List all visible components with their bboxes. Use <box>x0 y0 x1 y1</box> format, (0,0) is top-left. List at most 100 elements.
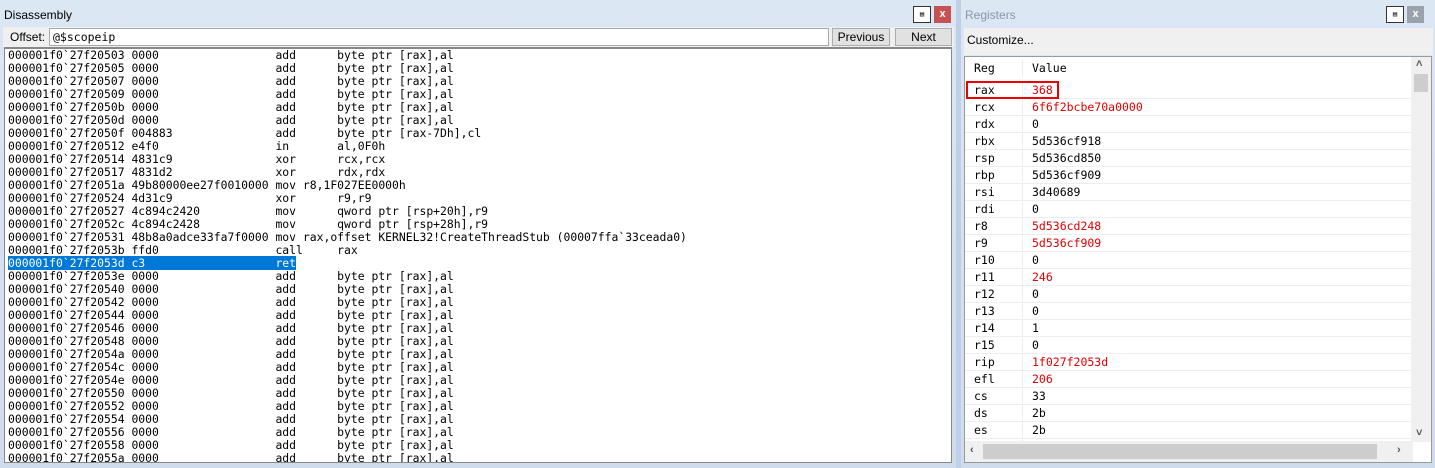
scroll-right-icon[interactable]: › <box>1397 444 1401 456</box>
column-reg[interactable]: Reg <box>974 60 995 77</box>
register-row-r10[interactable]: r10 0 <box>965 252 1412 269</box>
customize-button[interactable]: Customize... <box>964 28 1433 55</box>
register-value[interactable]: 0 <box>1022 116 1412 133</box>
register-row-es[interactable]: es 2b <box>965 422 1412 439</box>
register-value[interactable]: 1f027f2053d <box>1022 354 1412 371</box>
registers-title: Registers <box>965 8 1016 22</box>
register-row-r8[interactable]: r8 5d536cd248 <box>965 218 1412 235</box>
register-value[interactable]: 5d536cf918 <box>1022 133 1412 150</box>
register-value[interactable]: 0 <box>1022 337 1412 354</box>
scroll-thumb[interactable] <box>983 444 1377 459</box>
register-name: rip <box>974 355 995 369</box>
disassembly-line-text: 000001f0`27f2054a 0000 add byte ptr [rax… <box>8 347 454 361</box>
register-row-rdi[interactable]: rdi 0 <box>965 201 1412 218</box>
offset-input[interactable]: @$scopeip <box>49 28 829 46</box>
register-name: rsi <box>974 185 995 199</box>
register-row-cs[interactable]: cs 33 <box>965 388 1412 405</box>
offset-label: Offset: <box>10 30 46 44</box>
register-value[interactable]: 33 <box>1022 388 1412 405</box>
register-name: rbp <box>974 168 995 182</box>
disassembly-line-text: 000001f0`27f2050d 0000 add byte ptr [rax… <box>8 113 454 127</box>
disassembly-line-text: 000001f0`27f20540 0000 add byte ptr [rax… <box>8 282 454 296</box>
register-name: r15 <box>974 338 995 352</box>
horizontal-scrollbar[interactable]: ‹ › <box>965 441 1413 462</box>
disassembly-line-text: 000001f0`27f20509 0000 add byte ptr [rax… <box>8 87 454 101</box>
register-name: es <box>974 423 988 437</box>
disassembly-window: Disassembly ▤ x Offset: @$scopeip Previo… <box>0 0 956 468</box>
disassembly-line-text: 000001f0`27f2053e 0000 add byte ptr [rax… <box>8 269 454 283</box>
register-value[interactable]: 0 <box>1022 286 1412 303</box>
register-row-r13[interactable]: r13 0 <box>965 303 1412 320</box>
register-row-rbp[interactable]: rbp 5d536cf909 <box>965 167 1412 184</box>
scroll-up-icon[interactable]: ˄ <box>1416 58 1422 70</box>
disassembly-line-text: 000001f0`27f20517 4831d2 xor rdx,rdx <box>8 165 386 179</box>
register-value[interactable]: 2b <box>1022 422 1412 439</box>
window-menu-icon[interactable]: ▤ <box>1386 6 1404 23</box>
register-value[interactable]: 6f6f2bcbe70a0000 <box>1022 99 1412 116</box>
disassembly-line-text: 000001f0`27f20552 0000 add byte ptr [rax… <box>8 399 454 413</box>
disassembly-line-text: 000001f0`27f2052c 4c894c2428 mov qword p… <box>8 217 489 231</box>
register-name: ds <box>974 406 988 420</box>
register-value[interactable]: 0 <box>1022 303 1412 320</box>
register-row-rsi[interactable]: rsi 3d40689 <box>965 184 1412 201</box>
register-name: rcx <box>974 100 995 114</box>
register-row-efl[interactable]: efl 206 <box>965 371 1412 388</box>
disassembly-line-text: 000001f0`27f20542 0000 add byte ptr [rax… <box>8 295 454 309</box>
offset-toolbar: Offset: @$scopeip Previous Next <box>3 27 954 47</box>
register-row-rsp[interactable]: rsp 5d536cd850 <box>965 150 1412 167</box>
disassembly-line[interactable]: 000001f0`27f2055a 0000 add byte ptr [rax… <box>5 452 951 463</box>
register-value[interactable]: 5d536cf909 <box>1022 167 1412 184</box>
register-value[interactable]: 5d536cd248 <box>1022 218 1412 235</box>
disassembly-line-text: 000001f0`27f2055a 0000 add byte ptr [rax… <box>8 451 454 463</box>
previous-button[interactable]: Previous <box>832 28 890 46</box>
disassembly-line-text: 000001f0`27f2050f 004883 add byte ptr [r… <box>8 126 482 140</box>
disassembly-line-text: 000001f0`27f20505 0000 add byte ptr [rax… <box>8 61 454 75</box>
register-row-r12[interactable]: r12 0 <box>965 286 1412 303</box>
register-value[interactable]: 0 <box>1022 252 1412 269</box>
register-name: rdx <box>974 117 995 131</box>
register-name: efl <box>974 372 995 386</box>
scroll-left-icon[interactable]: ‹ <box>970 444 974 456</box>
disassembly-line-text: 000001f0`27f2053d c3 ret <box>8 256 297 270</box>
scroll-thumb[interactable] <box>1414 74 1428 92</box>
register-name: r14 <box>974 321 995 335</box>
register-row-r15[interactable]: r15 0 <box>965 337 1412 354</box>
registers-list[interactable]: Reg Value rax 368 rcx 6f6f2bcbe70a0000 rdx 0 r… <box>964 56 1432 463</box>
disassembly-line-text: 000001f0`27f20550 0000 add byte ptr [rax… <box>8 386 454 400</box>
column-value[interactable]: Value <box>1022 60 1412 77</box>
disassembly-line-text: 000001f0`27f20503 0000 add byte ptr [rax… <box>8 48 454 62</box>
register-name: r10 <box>974 253 995 267</box>
register-row-r11[interactable]: r11 246 <box>965 269 1412 286</box>
register-row-ds[interactable]: ds 2b <box>965 405 1412 422</box>
register-value[interactable]: 5d536cf909 <box>1022 235 1412 252</box>
register-row-r14[interactable]: r14 1 <box>965 320 1412 337</box>
register-name: r8 <box>974 219 988 233</box>
close-icon[interactable]: x <box>934 6 951 23</box>
disassembly-line-text: 000001f0`27f20546 0000 add byte ptr [rax… <box>8 321 454 335</box>
register-value[interactable]: 2b <box>1022 405 1412 422</box>
disassembly-line-text: 000001f0`27f20512 e4f0 in al,0F0h <box>8 139 386 153</box>
disassembly-line-text: 000001f0`27f20527 4c894c2420 mov qword p… <box>8 204 489 218</box>
register-row-r9[interactable]: r9 5d536cf909 <box>965 235 1412 252</box>
register-value[interactable]: 3d40689 <box>1022 184 1412 201</box>
register-row-rdx[interactable]: rdx 0 <box>965 116 1412 133</box>
register-value[interactable]: 1 <box>1022 320 1412 337</box>
window-menu-icon[interactable]: ▤ <box>913 6 931 23</box>
scroll-down-icon[interactable]: ˅ <box>1416 427 1422 439</box>
disassembly-line-text: 000001f0`27f2051a 49b80000ee27f0010000 m… <box>8 178 406 192</box>
vertical-scrollbar[interactable]: ˄ ˅ <box>1411 57 1431 442</box>
register-value[interactable]: 206 <box>1022 371 1412 388</box>
register-value[interactable]: 368 <box>1022 82 1412 99</box>
disassembly-line-text: 000001f0`27f2053b ffd0 call rax <box>8 243 358 257</box>
next-button[interactable]: Next <box>895 28 952 46</box>
register-value[interactable]: 246 <box>1022 269 1412 286</box>
register-value[interactable]: 0 <box>1022 201 1412 218</box>
register-row-rcx[interactable]: rcx 6f6f2bcbe70a0000 <box>965 99 1412 116</box>
close-icon[interactable]: x <box>1407 6 1424 23</box>
disassembly-line-text: 000001f0`27f2054e 0000 add byte ptr [rax… <box>8 373 454 387</box>
disassembly-list[interactable]: 000001f0`27f20503 0000 add byte ptr [rax… <box>4 47 952 463</box>
register-value[interactable]: 5d536cd850 <box>1022 150 1412 167</box>
register-row-rbx[interactable]: rbx 5d536cf918 <box>965 133 1412 150</box>
register-name: r11 <box>974 270 995 284</box>
register-row-rip[interactable]: rip 1f027f2053d <box>965 354 1412 371</box>
